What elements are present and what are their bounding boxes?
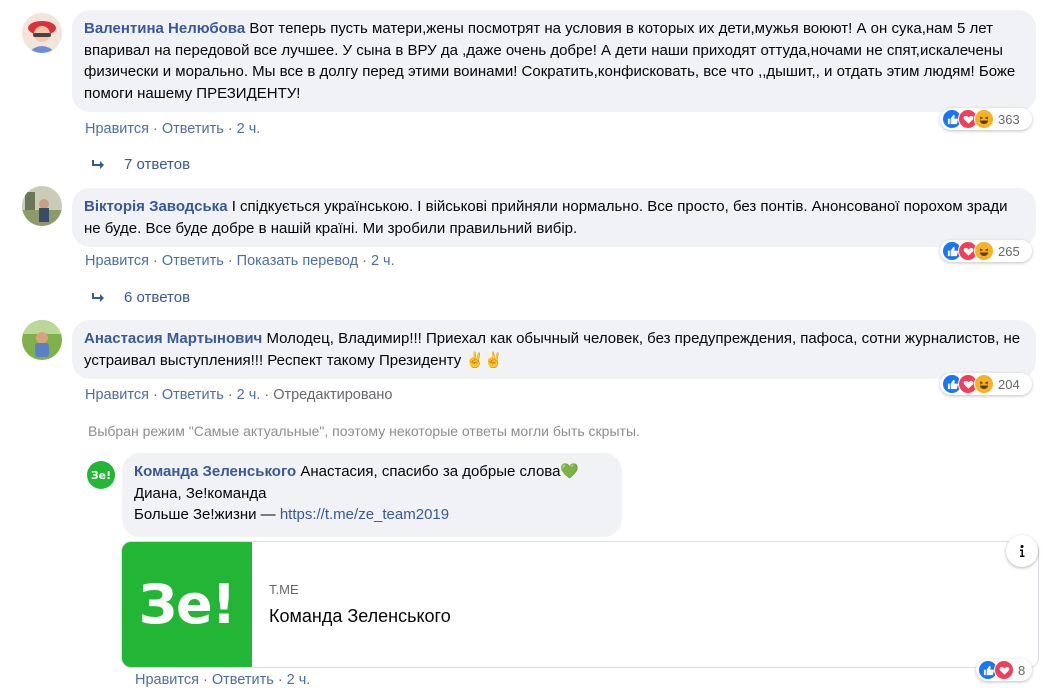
- comment-actions: Нравится · Ответить · Показать перевод · 2 ч.: [85, 253, 395, 269]
- reaction-summary[interactable]: 204: [940, 373, 1032, 395]
- ze-logo: Зе!: [122, 542, 252, 667]
- timestamp[interactable]: 2 ч.: [237, 121, 261, 137]
- reaction-summary[interactable]: 265: [940, 240, 1032, 262]
- reply-button[interactable]: Ответить: [162, 121, 224, 137]
- replies-label: 6 ответов: [124, 289, 191, 306]
- reaction-summary[interactable]: 363: [940, 108, 1032, 130]
- comment-bubble: Анастасия Мартынович Молодец, Владимир!!…: [72, 320, 1036, 379]
- ze-logo-text: Зе!: [138, 573, 237, 636]
- haha-icon: [974, 241, 994, 261]
- link-preview-card[interactable]: Зе! T.ME Команда Зеленського: [121, 541, 1039, 668]
- like-button[interactable]: Нравится: [85, 121, 149, 137]
- reply-text-line1: Анастасия, спасибо за добрые слова💚: [300, 463, 580, 480]
- avatar-anastasia[interactable]: [22, 320, 62, 360]
- view-replies-button[interactable]: 7 ответов: [92, 156, 190, 173]
- reply-button[interactable]: Ответить: [212, 672, 274, 688]
- like-button[interactable]: Нравится: [85, 253, 149, 269]
- like-button[interactable]: Нравится: [85, 387, 149, 403]
- avatar-viktoria[interactable]: [22, 186, 62, 226]
- card-title: Команда Зеленського: [269, 606, 451, 626]
- reply-arrow-icon: [92, 159, 104, 169]
- reply-actions: Нравится · Ответить · 2 ч.: [135, 672, 311, 688]
- hidden-replies-notice: Выбран режим "Самые актуальные", поэтому…: [88, 423, 640, 439]
- reply-arrow-icon: [92, 292, 104, 302]
- comment-actions: Нравится · Ответить · 2 ч. · Отредактировано: [85, 387, 393, 403]
- comment-bubble: Вікторія Заводська І спідкується українс…: [72, 188, 1036, 247]
- reply-button[interactable]: Ответить: [162, 387, 224, 403]
- reply-text-line2: Диана, Зе!команда: [134, 484, 267, 502]
- haha-icon: [974, 374, 994, 394]
- timestamp[interactable]: 2 ч.: [371, 253, 395, 269]
- timestamp[interactable]: 2 ч.: [287, 672, 311, 688]
- reaction-count: 204: [998, 376, 1020, 392]
- reaction-count: 8: [1018, 662, 1026, 678]
- reply-text-line3: Больше Зе!жизни —: [134, 506, 280, 523]
- reaction-count: 363: [998, 111, 1020, 127]
- info-icon: [1020, 545, 1025, 557]
- haha-icon: [974, 109, 994, 129]
- show-translation-button[interactable]: Показать перевод: [237, 253, 358, 269]
- ze-avatar-text: Зе!: [90, 468, 112, 482]
- view-replies-button[interactable]: 6 ответов: [92, 289, 190, 306]
- reply-button[interactable]: Ответить: [162, 253, 224, 269]
- reply-author[interactable]: Команда Зеленського: [134, 463, 296, 480]
- replies-label: 7 ответов: [124, 156, 191, 173]
- like-button[interactable]: Нравится: [135, 672, 199, 688]
- comment-author[interactable]: Валентина Нелюбова: [84, 20, 245, 37]
- comment-actions: Нравится · Ответить · 2 ч.: [85, 121, 261, 137]
- card-domain: T.ME: [269, 582, 299, 597]
- comment-bubble: Валентина Нелюбова Вот теперь пусть мате…: [72, 10, 1036, 112]
- comment-author[interactable]: Анастасия Мартынович: [84, 330, 262, 347]
- avatar-valentina[interactable]: [22, 13, 62, 53]
- comment-author[interactable]: Вікторія Заводська: [84, 198, 228, 215]
- edited-label: Отредактировано: [273, 387, 393, 403]
- love-icon: [994, 660, 1014, 680]
- reply-bubble: Команда Зеленського Анастасия, спасибо з…: [122, 453, 622, 537]
- reaction-count: 265: [998, 243, 1020, 259]
- avatar-ze-team[interactable]: Зе!: [87, 461, 115, 489]
- info-button[interactable]: [1006, 535, 1038, 567]
- reaction-summary[interactable]: 8: [976, 659, 1032, 681]
- telegram-link[interactable]: https://t.me/ze_team2019: [280, 506, 449, 523]
- timestamp[interactable]: 2 ч.: [237, 387, 261, 403]
